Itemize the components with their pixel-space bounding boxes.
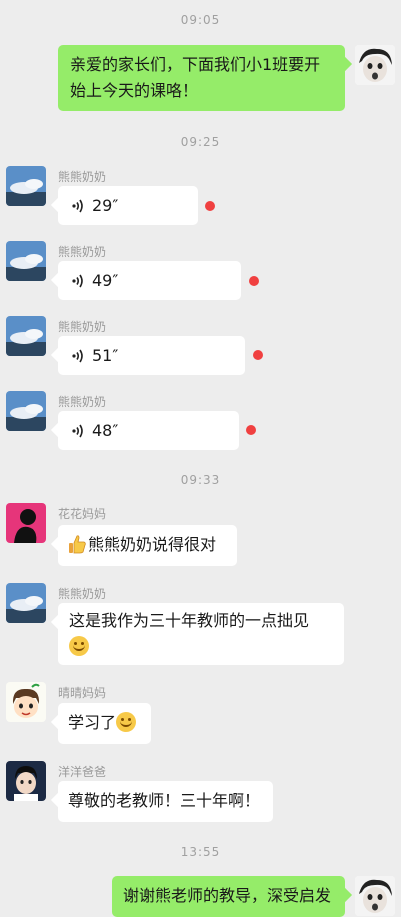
sender-name: 熊熊奶奶 — [58, 245, 107, 259]
unread-dot — [249, 276, 259, 286]
voice-wave-icon — [72, 424, 83, 437]
incoming-message[interactable]: 这是我作为三十年教师的一点拙见 — [58, 603, 344, 665]
sender-name: 花花妈妈 — [58, 507, 107, 521]
sender-avatar[interactable] — [6, 241, 46, 281]
voice-message[interactable]: 48″ — [58, 411, 239, 450]
voice-message[interactable]: 49″ — [58, 261, 241, 300]
message-text: 谢谢熊老师的教导，深受启发 — [123, 886, 332, 905]
message-text: 这是我作为三十年教师的一点拙见 — [69, 611, 310, 630]
voice-duration: 48″ — [92, 420, 119, 440]
voice-wave-icon — [72, 274, 83, 287]
thumbs-up-emoji — [69, 535, 86, 554]
sender-name: 晴晴妈妈 — [58, 686, 107, 700]
my-avatar[interactable] — [355, 876, 395, 916]
sender-name: 熊熊奶奶 — [58, 170, 107, 184]
message-text: 熊熊奶奶说得很对 — [88, 535, 217, 554]
voice-wave-icon — [72, 199, 83, 212]
incoming-message[interactable]: 尊敬的老教师！三十年啊！ — [58, 781, 273, 822]
voice-duration: 29″ — [92, 195, 119, 215]
timestamp: 09:25 — [180, 135, 221, 149]
sender-avatar[interactable] — [6, 761, 46, 801]
voice-duration: 51″ — [92, 345, 119, 365]
voice-message[interactable]: 29″ — [58, 186, 198, 225]
sender-avatar[interactable] — [6, 583, 46, 623]
unread-dot — [246, 425, 256, 435]
sender-name: 熊熊奶奶 — [58, 395, 107, 409]
timestamp: 13:55 — [180, 845, 221, 859]
unread-dot — [253, 350, 263, 360]
smile-emoji — [116, 712, 137, 732]
sender-avatar[interactable] — [6, 316, 46, 356]
sender-avatar[interactable] — [6, 682, 46, 722]
outgoing-message[interactable]: 亲爱的家长们，下面我们小1班要开始上今天的课咯！ — [58, 45, 345, 111]
sender-avatar[interactable] — [6, 503, 46, 543]
unread-dot — [205, 201, 215, 211]
my-avatar[interactable] — [355, 45, 395, 85]
sender-name: 熊熊奶奶 — [58, 587, 107, 601]
timestamp: 09:33 — [180, 473, 221, 487]
voice-duration: 49″ — [92, 270, 119, 290]
timestamp: 09:05 — [180, 13, 221, 27]
outgoing-message[interactable]: 谢谢熊老师的教导，深受启发 — [112, 876, 345, 917]
sender-name: 熊熊奶奶 — [58, 320, 107, 334]
sender-avatar[interactable] — [6, 166, 46, 206]
message-text: 亲爱的家长们，下面我们小1班要开始上今天的课咯！ — [70, 55, 321, 100]
sender-name: 洋洋爸爸 — [58, 765, 107, 779]
smile-emoji — [69, 636, 89, 656]
incoming-message[interactable]: 熊熊奶奶说得很对 — [58, 525, 237, 566]
voice-message[interactable]: 51″ — [58, 336, 245, 375]
sender-avatar[interactable] — [6, 391, 46, 431]
message-text: 尊敬的老教师！三十年啊！ — [68, 791, 261, 810]
incoming-message[interactable]: 学习了 — [58, 703, 151, 744]
message-text: 学习了 — [68, 713, 117, 732]
voice-wave-icon — [72, 349, 83, 362]
